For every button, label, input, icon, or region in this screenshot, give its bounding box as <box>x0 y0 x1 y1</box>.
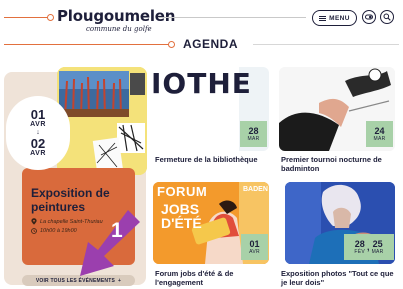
card-day: 01 <box>249 239 260 249</box>
end-day: 02 <box>30 136 46 151</box>
menu-button[interactable]: MENU <box>312 10 357 26</box>
section-line-right <box>253 44 399 45</box>
menu-label: MENU <box>329 14 350 22</box>
logo-line <box>4 17 52 18</box>
card-title-library[interactable]: Fermeture de la bibliothèque <box>155 155 271 164</box>
card-month-start: FÉV <box>354 249 366 255</box>
start-month: AVR <box>30 121 46 128</box>
featured-date: 01 AVR ↓ 02 AVR <box>6 96 70 170</box>
card-day: 24 <box>374 126 385 136</box>
card-date-library: 28 MAR <box>240 121 267 147</box>
card-date-forum: 01 AVR <box>241 234 268 260</box>
card-day-start: 28 <box>354 239 365 249</box>
menu-lines-icon <box>319 15 327 21</box>
location-pin-icon <box>31 218 37 225</box>
card-title-forum[interactable]: Forum jobs d'été & de l'engagement <box>155 269 273 287</box>
switch-button[interactable] <box>362 10 376 24</box>
baden-image-text: BADEN <box>243 186 268 193</box>
annotation-arrow-icon <box>80 210 140 276</box>
card-month-end: MAR <box>371 249 384 255</box>
card-title-badminton[interactable]: Premier tournoi nocturne de badminton <box>281 155 393 173</box>
library-image-text: IOTHE <box>153 67 252 100</box>
clock-icon <box>31 228 37 234</box>
logo-tagline: commune du golfe <box>86 25 152 33</box>
logo-name[interactable]: Plougoumelen <box>57 7 175 25</box>
featured-image[interactable] <box>57 67 147 175</box>
end-month: AVR <box>30 150 46 157</box>
card-day: 28 <box>248 126 259 136</box>
forum-image-text: FORUM <box>157 184 208 199</box>
card-date-badminton: 24 MAR <box>366 121 393 147</box>
search-button[interactable] <box>380 10 394 24</box>
featured-time: 10h00 à 19h00 <box>31 228 77 234</box>
annotation-number: 1 <box>111 219 123 242</box>
section-title: AGENDA <box>183 37 239 51</box>
card-month: MAR <box>247 136 260 142</box>
section-line-left <box>4 44 172 45</box>
card-title-photos[interactable]: Exposition photos "Tout ce que je leur d… <box>281 269 397 287</box>
jobs-image-text: JOBS D'ÉTÉ <box>161 201 202 231</box>
card-month: MAR <box>373 136 386 142</box>
search-icon <box>383 13 391 21</box>
card-month: AVR <box>249 249 260 255</box>
logo-dot <box>47 14 54 21</box>
date-separator: , <box>367 242 370 252</box>
start-day: 01 <box>30 107 46 122</box>
card-day-end: 25 <box>372 239 383 249</box>
header-divider <box>158 17 306 18</box>
painting-image <box>57 67 147 175</box>
card-date-photos: 28 FÉV , 25 MAR <box>344 234 394 260</box>
switch-icon <box>365 14 373 20</box>
section-dot <box>168 41 175 48</box>
